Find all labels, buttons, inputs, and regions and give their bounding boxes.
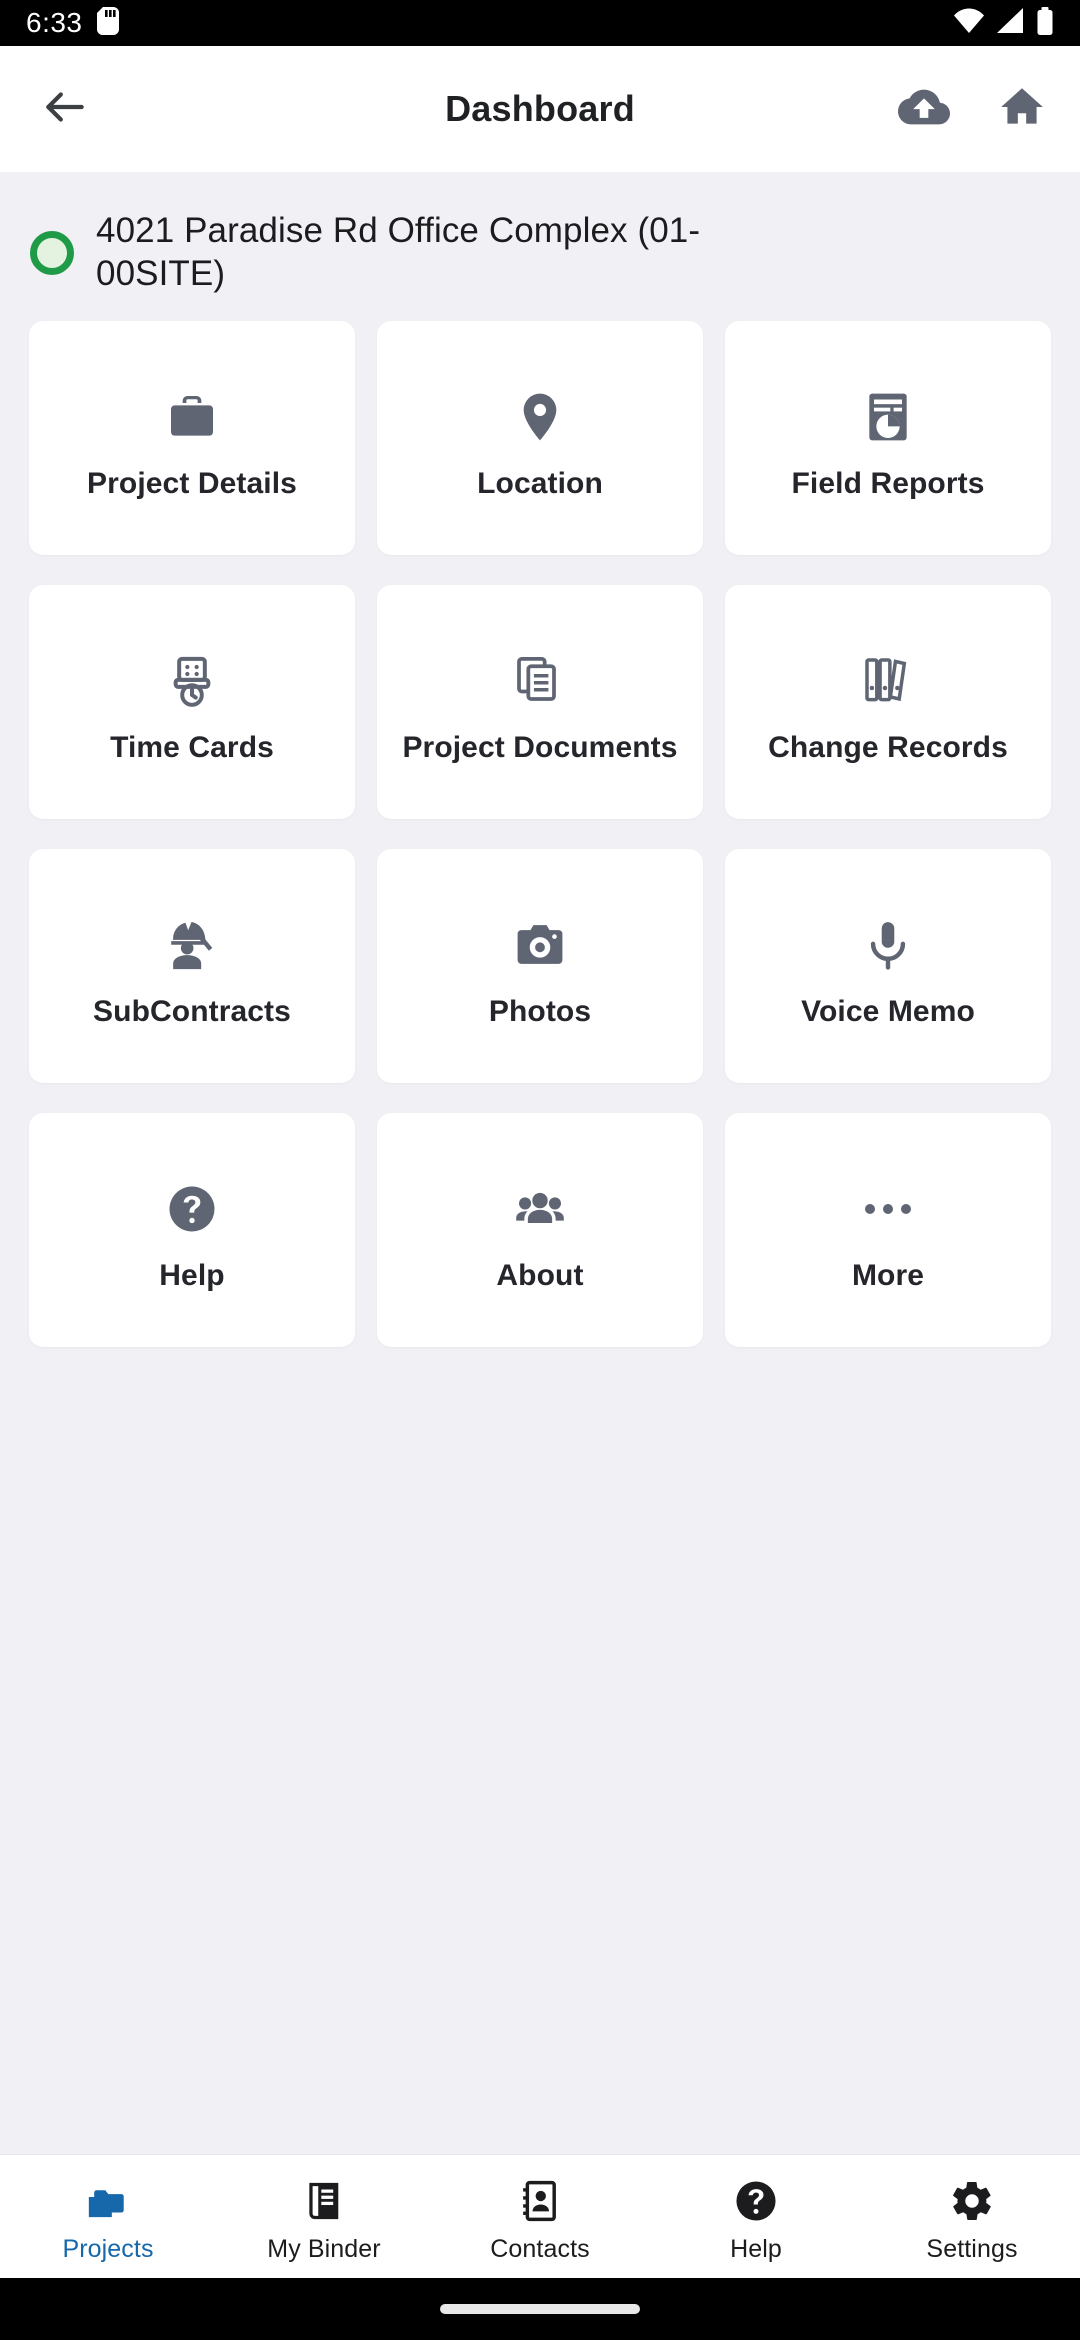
cloud-upload-icon: [898, 81, 950, 138]
tile-help[interactable]: Help: [29, 1113, 355, 1348]
nav-item-my-binder[interactable]: My Binder: [216, 2155, 432, 2278]
tile-label: Help: [159, 1259, 225, 1293]
nav-item-projects[interactable]: Projects: [0, 2155, 216, 2278]
map-pin-icon: [512, 374, 568, 460]
tile-label: SubContracts: [93, 995, 291, 1029]
gear-icon: [949, 2172, 995, 2230]
back-button[interactable]: [22, 66, 108, 152]
tile-label: Field Reports: [791, 467, 985, 501]
project-title: 4021 Paradise Rd Office Complex (01-00SI…: [96, 211, 701, 293]
tile-about[interactable]: About: [377, 1113, 703, 1348]
hard-hat-worker-icon: [163, 902, 221, 988]
contacts-icon: [517, 2172, 563, 2230]
tile-label: Time Cards: [110, 731, 274, 765]
report-chart-icon: [860, 374, 916, 460]
people-group-icon: [512, 1166, 568, 1252]
battery-icon: [1036, 6, 1054, 40]
tile-change-records[interactable]: Change Records: [725, 585, 1051, 820]
nav-item-contacts[interactable]: Contacts: [432, 2155, 648, 2278]
home-button[interactable]: [986, 73, 1058, 145]
status-bar-left: 6:33: [26, 6, 119, 40]
nav-item-settings[interactable]: Settings: [864, 2155, 1080, 2278]
microphone-icon: [860, 902, 916, 988]
sd-card-icon: [96, 6, 119, 40]
tile-label: Change Records: [768, 731, 1008, 765]
wifi-icon: [954, 8, 984, 39]
nav-label: Settings: [926, 2234, 1018, 2263]
tile-voice-memo[interactable]: Voice Memo: [725, 849, 1051, 1084]
folders-icon: [85, 2172, 131, 2230]
cloud-upload-button[interactable]: [888, 73, 960, 145]
ellipsis-icon: [860, 1166, 916, 1252]
status-bar-right: [954, 6, 1054, 40]
briefcase-icon: [164, 374, 220, 460]
tile-label: Project Documents: [402, 731, 678, 765]
tile-label: Voice Memo: [801, 995, 975, 1029]
tile-more[interactable]: More: [725, 1113, 1051, 1348]
nav-item-help[interactable]: Help: [648, 2155, 864, 2278]
tile-label: Photos: [488, 995, 592, 1029]
help-circle-icon: [165, 1166, 219, 1252]
tile-label: Location: [477, 467, 603, 501]
tile-subcontracts[interactable]: SubContracts: [29, 849, 355, 1084]
status-bar: 6:33: [0, 0, 1080, 46]
tile-label: About: [496, 1259, 584, 1293]
project-header[interactable]: 4021 Paradise Rd Office Complex (01-00SI…: [0, 172, 1080, 321]
camera-icon: [512, 902, 568, 988]
main-content: 4021 Paradise Rd Office Complex (01-00SI…: [0, 172, 1080, 2154]
nav-label: Help: [730, 2234, 782, 2263]
gesture-pill[interactable]: [440, 2304, 640, 2314]
arrow-back-icon: [40, 82, 90, 137]
project-status-indicator: [30, 230, 74, 275]
dashboard-tile-grid: Project Details Location Field Reports T…: [0, 321, 1080, 1348]
tile-field-reports[interactable]: Field Reports: [725, 321, 1051, 556]
tile-photos[interactable]: Photos: [377, 849, 703, 1084]
tile-project-details[interactable]: Project Details: [29, 321, 355, 556]
tile-project-documents[interactable]: Project Documents: [377, 585, 703, 820]
bottom-navigation: Projects My Binder Contacts Help Setting: [0, 2154, 1080, 2278]
cellular-signal-icon: [995, 7, 1025, 39]
tile-label: More: [851, 1259, 925, 1293]
app-bar: Dashboard: [0, 46, 1080, 172]
tile-label: Project Details: [87, 467, 297, 501]
gesture-navigation-bar: [0, 2278, 1080, 2340]
nav-label: My Binder: [267, 2234, 381, 2263]
home-icon: [997, 82, 1047, 137]
phone-screen: 6:33 Dashboard 4021 Paradise Rd Office C…: [0, 0, 1080, 2340]
punch-clock-icon: [164, 638, 220, 724]
binders-icon: [860, 638, 916, 724]
tile-location[interactable]: Location: [377, 321, 703, 556]
documents-copy-icon: [512, 638, 568, 724]
tile-time-cards[interactable]: Time Cards: [29, 585, 355, 820]
nav-label: Contacts: [490, 2234, 590, 2263]
binder-icon: [301, 2172, 347, 2230]
app-bar-actions: [888, 73, 1058, 145]
help-icon: [733, 2172, 779, 2230]
status-time: 6:33: [26, 7, 83, 38]
nav-label: Projects: [62, 2234, 154, 2263]
